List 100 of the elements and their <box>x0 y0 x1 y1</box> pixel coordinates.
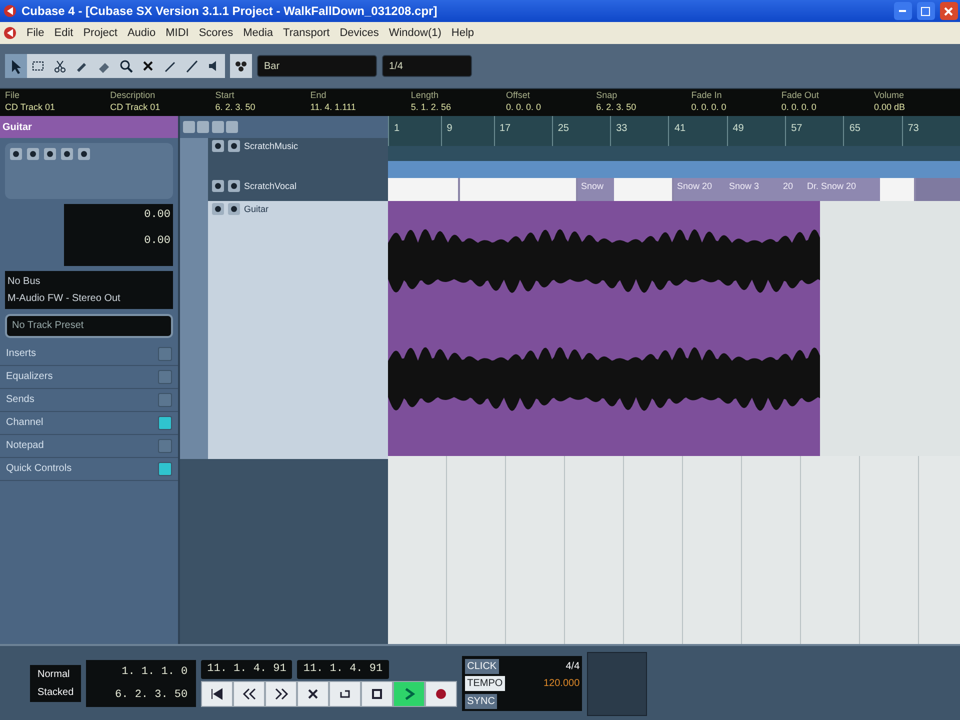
info-value: 0. 0. 0. 0 <box>506 101 542 113</box>
rewind-icon <box>241 686 258 702</box>
track-button[interactable] <box>228 203 240 215</box>
position-display: 11. 1. 4. 91 <box>201 660 292 678</box>
grid-type-dropdown[interactable]: Bar <box>257 55 377 77</box>
track-button[interactable] <box>212 203 224 215</box>
meter-panel <box>587 652 648 716</box>
menu-item[interactable]: Scores <box>198 24 234 42</box>
menu-item[interactable]: Devices <box>340 24 379 42</box>
track-button[interactable] <box>44 148 56 160</box>
preset-dropdown[interactable]: No Track Preset <box>5 314 173 338</box>
tool-button[interactable] <box>203 54 225 78</box>
mode-label[interactable]: Stacked <box>32 684 79 700</box>
section-label[interactable]: Quick Controls <box>6 461 72 476</box>
track-name: Guitar <box>2 120 32 134</box>
info-value: 6. 2. 3. 50 <box>596 101 638 113</box>
info-value: 5. 1. 2. 56 <box>410 101 452 113</box>
track-button[interactable] <box>212 140 224 152</box>
go-to-start-icon <box>209 686 226 702</box>
section-label[interactable]: Sends <box>6 392 34 407</box>
menu-item[interactable]: File <box>26 24 44 42</box>
app-icon <box>2 26 16 40</box>
info-value: CD Track 01 <box>110 101 162 113</box>
close-button[interactable] <box>940 2 958 20</box>
transport-button[interactable] <box>297 681 330 707</box>
track-row[interactable]: Guitar <box>180 201 388 459</box>
section-label[interactable]: Inserts <box>6 346 36 361</box>
track-button[interactable] <box>212 180 224 192</box>
info-label: End <box>310 89 328 101</box>
window-title: Cubase 4 - [Cubase SX Version 3.1.1 Project - WalkFallDown_031208.cpr] <box>22 3 438 20</box>
section-toggle[interactable] <box>158 370 172 384</box>
fast-forward-icon <box>273 686 290 702</box>
sync-button[interactable]: SYNC <box>464 694 498 708</box>
info-label: Length <box>410 89 440 101</box>
transport-button[interactable] <box>425 681 458 707</box>
transport-button[interactable] <box>201 681 234 707</box>
info-label: File <box>5 89 21 101</box>
info-label: Fade In <box>691 89 723 101</box>
tempo-button[interactable]: TEMPO <box>464 676 506 691</box>
info-label: Description <box>110 89 156 101</box>
section-toggle[interactable] <box>158 462 172 476</box>
signature-value: 4/4 <box>566 660 580 674</box>
mode-label[interactable]: Normal <box>32 667 79 682</box>
audio-part[interactable] <box>880 178 916 201</box>
info-label: Snap <box>596 89 618 101</box>
section-toggle[interactable] <box>158 416 172 430</box>
menu-item[interactable]: Edit <box>54 24 74 42</box>
info-value: CD Track 01 <box>5 101 56 113</box>
audio-part[interactable] <box>388 178 460 201</box>
track-button[interactable] <box>61 148 73 160</box>
audio-part[interactable] <box>614 178 674 201</box>
menu-item[interactable]: MIDI <box>166 24 189 42</box>
maximize-icon <box>921 6 930 16</box>
section-toggle[interactable] <box>158 346 172 360</box>
track-label: Guitar <box>244 203 269 216</box>
menu-item[interactable]: Media <box>243 24 274 42</box>
scissors-icon <box>52 58 68 74</box>
section-label[interactable]: Notepad <box>6 438 44 453</box>
section-toggle[interactable] <box>158 438 172 452</box>
track-button[interactable] <box>78 148 90 160</box>
track-button[interactable] <box>10 148 22 160</box>
transport-button[interactable] <box>361 681 394 707</box>
menu-item[interactable]: Transport <box>283 24 330 42</box>
section-label[interactable]: Channel <box>6 415 44 430</box>
line-icon <box>184 58 200 74</box>
tool-button[interactable] <box>5 54 27 78</box>
menu-item[interactable]: Project <box>83 24 118 42</box>
track-button[interactable] <box>228 180 240 192</box>
output-routing[interactable]: M-Audio FW - Stereo Out <box>8 291 170 306</box>
header-button[interactable] <box>212 121 224 133</box>
maximize-button[interactable] <box>916 2 934 20</box>
menu-item[interactable]: Audio <box>127 24 156 42</box>
quantize-dropdown[interactable]: 1/4 <box>382 55 472 77</box>
input-routing[interactable]: No Bus <box>8 274 170 288</box>
track-button[interactable] <box>228 140 240 152</box>
track-button[interactable] <box>27 148 39 160</box>
app-icon <box>2 4 16 18</box>
track-label: ScratchVocal <box>244 180 297 193</box>
transport-button[interactable] <box>329 681 362 707</box>
section-label[interactable]: Equalizers <box>6 369 53 384</box>
minimize-button[interactable] <box>894 2 912 20</box>
track-label: ScratchMusic <box>244 140 298 153</box>
menu-item[interactable]: Window(1) <box>388 24 442 42</box>
transport-button[interactable] <box>233 681 266 707</box>
close-icon <box>944 6 953 16</box>
click-button[interactable]: CLICK <box>464 658 500 674</box>
info-label: Start <box>215 89 236 101</box>
minimize-icon <box>899 10 906 12</box>
info-value: 0. 0. 0. 0 <box>691 101 728 113</box>
header-button[interactable] <box>182 121 194 133</box>
menu-item[interactable]: Help <box>451 24 474 42</box>
info-value: 0.00 dB <box>874 101 906 113</box>
transport-button[interactable] <box>265 681 298 707</box>
tool-button[interactable] <box>27 54 49 78</box>
zoom-icon <box>118 58 134 74</box>
info-value: 6. 2. 3. 50 <box>215 101 256 113</box>
info-value: 0. 0. 0. 0 <box>781 101 818 113</box>
section-toggle[interactable] <box>158 392 172 406</box>
snap-button[interactable] <box>230 54 252 78</box>
secondary-position-display: 11. 1. 4. 91 <box>297 660 389 678</box>
